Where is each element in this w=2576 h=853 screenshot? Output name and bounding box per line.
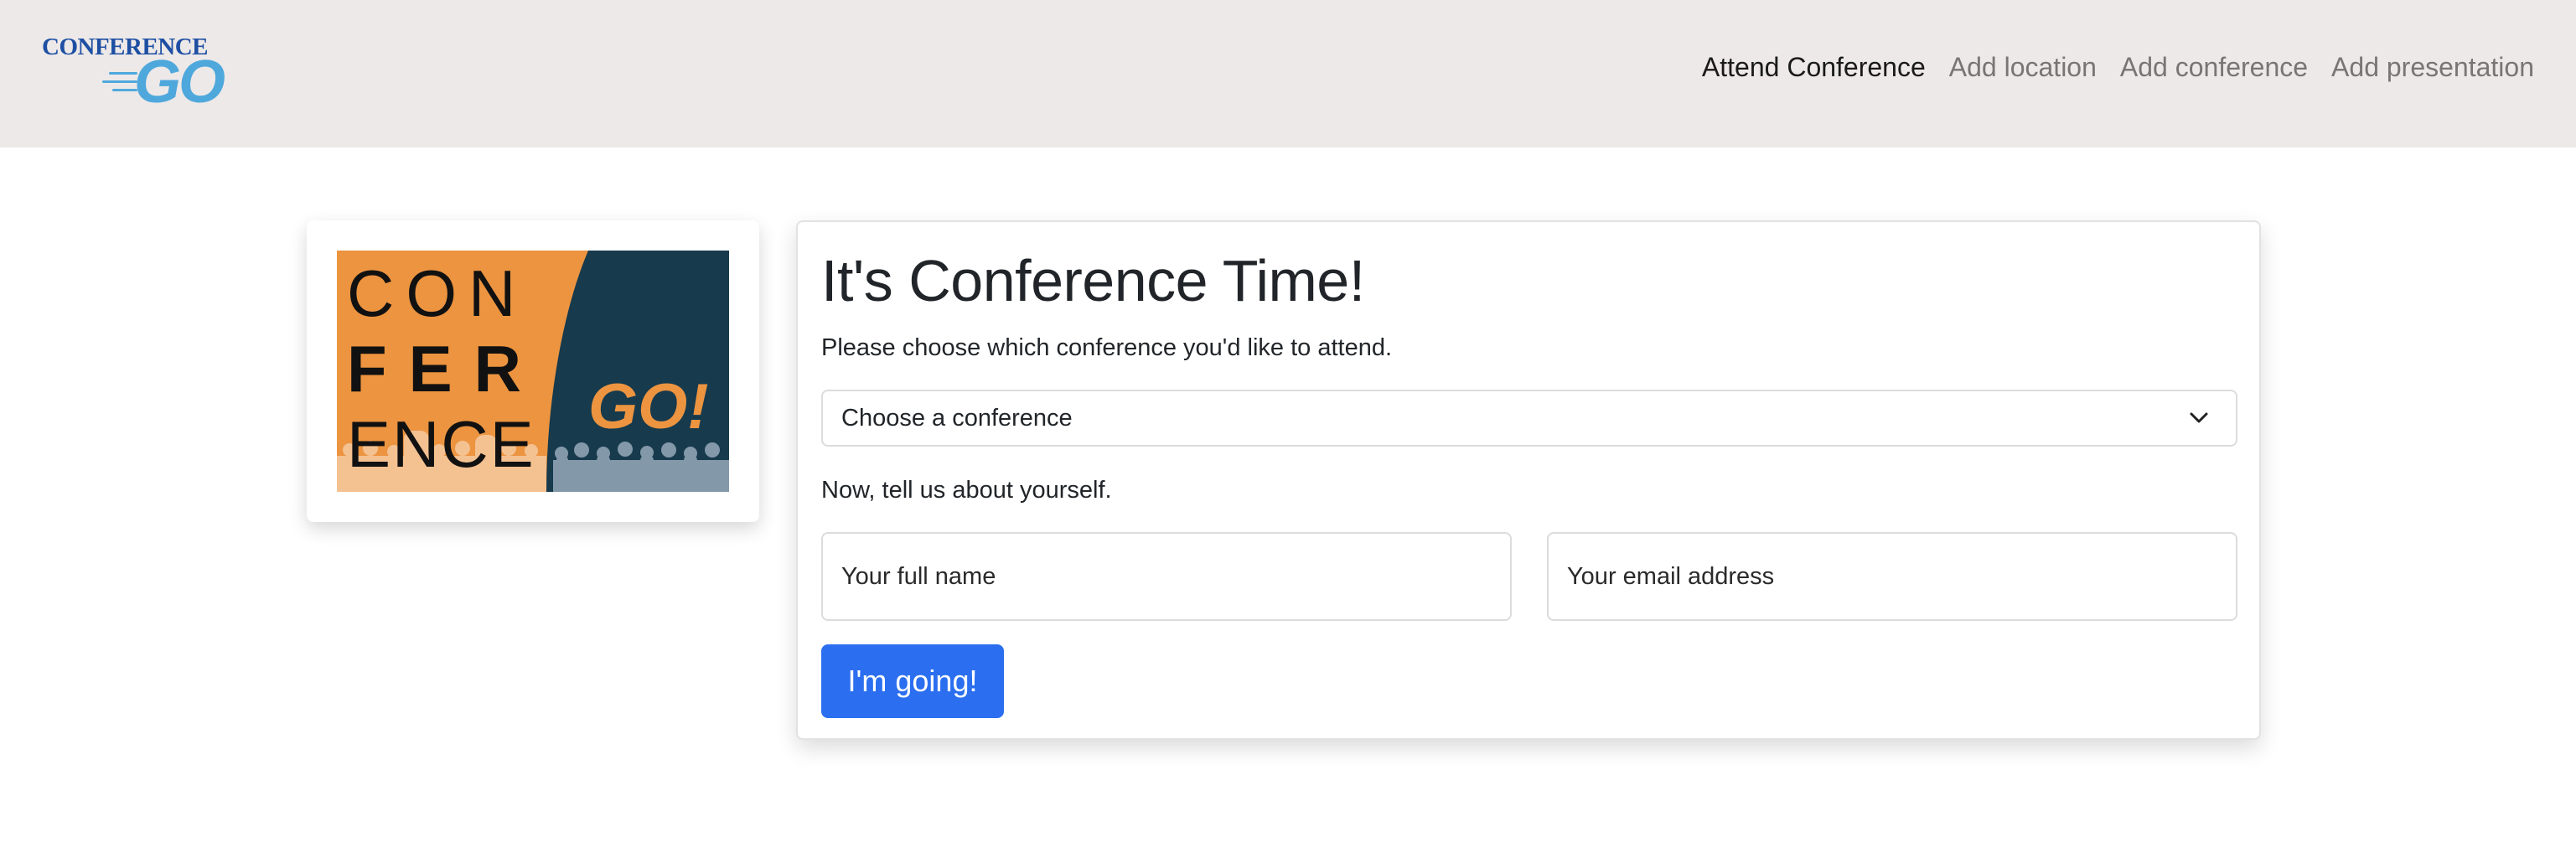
speed-lines-icon bbox=[102, 72, 137, 97]
logo-card: CON FER ENCE GO! bbox=[307, 220, 759, 522]
brand-text-go: GO bbox=[134, 49, 225, 116]
nav-add-location[interactable]: Add location bbox=[1937, 49, 2108, 85]
brand-logo[interactable]: CONFERENCE GO bbox=[42, 34, 235, 116]
logo-line-ence: ENCE bbox=[347, 407, 535, 481]
conference-select[interactable]: Choose a conference bbox=[821, 390, 2237, 447]
conference-logo-graphic: CON FER ENCE GO! bbox=[337, 251, 729, 492]
conference-go-logo-image: CON FER ENCE GO! bbox=[337, 251, 729, 492]
about-yourself-text: Now, tell us about yourself. bbox=[821, 477, 1112, 504]
logo-go-text: GO! bbox=[588, 371, 709, 442]
chevron-down-icon bbox=[2190, 412, 2208, 423]
email-input[interactable] bbox=[1547, 532, 2237, 621]
page-title: It's Conference Time! bbox=[821, 248, 1365, 313]
submit-button[interactable]: I'm going! bbox=[821, 644, 1004, 718]
nav-links: Attend Conference Add location Add confe… bbox=[1690, 49, 2546, 85]
nav-add-conference[interactable]: Add conference bbox=[2108, 49, 2320, 85]
form-subtitle: Please choose which conference you'd lik… bbox=[821, 334, 1393, 361]
attend-conference-form-card: It's Conference Time! Please choose whic… bbox=[796, 220, 2261, 740]
navbar: CONFERENCE GO Attend Conference Add loca… bbox=[0, 0, 2576, 147]
nav-add-presentation[interactable]: Add presentation bbox=[2320, 49, 2546, 85]
full-name-input[interactable] bbox=[821, 532, 1512, 621]
logo-line-con: CON bbox=[347, 256, 527, 330]
nav-attend-conference[interactable]: Attend Conference bbox=[1690, 49, 1937, 85]
logo-line-fer: FER bbox=[347, 332, 543, 406]
conference-select-value: Choose a conference bbox=[841, 404, 1073, 432]
